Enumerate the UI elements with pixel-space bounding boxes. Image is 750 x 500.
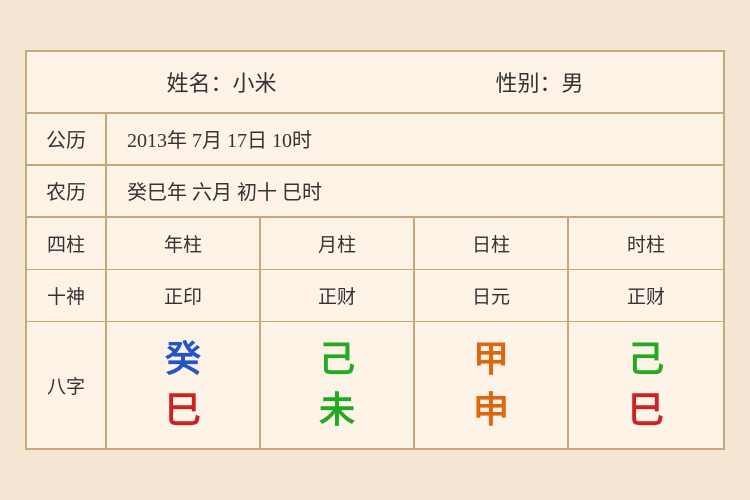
bazi-col3-top: 己 bbox=[628, 338, 664, 381]
bazi-label: 八字 bbox=[27, 322, 107, 448]
bazi-col3-bottom: 巳 bbox=[628, 389, 664, 432]
gregorian-row: 公历 2013年 7月 17日 10时 bbox=[27, 114, 723, 166]
bazi-row: 八字 癸 巳 己 未 甲 申 己 巳 bbox=[27, 322, 723, 448]
bazi-col1-bottom: 未 bbox=[319, 389, 355, 432]
shishen-shi: 正财 bbox=[569, 270, 723, 321]
sizhu-yue: 月柱 bbox=[261, 218, 415, 269]
bazi-col0-bottom: 巳 bbox=[165, 389, 201, 432]
lunar-label: 农历 bbox=[27, 166, 107, 216]
shishen-row: 十神 正印 正财 日元 正财 bbox=[27, 270, 723, 322]
bazi-col1-top: 己 bbox=[319, 338, 355, 381]
gender-label: 性别：男 bbox=[495, 66, 583, 98]
lunar-row: 农历 癸巳年 六月 初十 巳时 bbox=[27, 166, 723, 218]
gregorian-value: 2013年 7月 17日 10时 bbox=[107, 114, 723, 163]
bazi-col0-top: 癸 bbox=[165, 338, 201, 381]
sizhu-row: 四柱 年柱 月柱 日柱 时柱 bbox=[27, 218, 723, 270]
sizhu-label: 四柱 bbox=[27, 218, 107, 269]
header-row: 姓名：小米 性别：男 bbox=[27, 52, 723, 114]
shishen-label: 十神 bbox=[27, 270, 107, 321]
lunar-value: 癸巳年 六月 初十 巳时 bbox=[107, 166, 723, 215]
sizhu-shi: 时柱 bbox=[569, 218, 723, 269]
gregorian-label: 公历 bbox=[27, 114, 107, 164]
sizhu-nian: 年柱 bbox=[107, 218, 261, 269]
bazi-col2-top: 甲 bbox=[473, 338, 509, 381]
bazi-col2-bottom: 申 bbox=[473, 389, 509, 432]
bazi-col-0: 癸 巳 bbox=[107, 322, 261, 448]
shishen-yue: 正财 bbox=[261, 270, 415, 321]
sizhu-ri: 日柱 bbox=[415, 218, 569, 269]
bazi-col-3: 己 巳 bbox=[569, 322, 723, 448]
shishen-nian: 正印 bbox=[107, 270, 261, 321]
main-container: 姓名：小米 性别：男 公历 2013年 7月 17日 10时 农历 癸巳年 六月… bbox=[25, 50, 725, 450]
name-label: 姓名：小米 bbox=[166, 66, 276, 98]
bazi-col-2: 甲 申 bbox=[415, 322, 569, 448]
bazi-col-1: 己 未 bbox=[261, 322, 415, 448]
shishen-ri: 日元 bbox=[415, 270, 569, 321]
